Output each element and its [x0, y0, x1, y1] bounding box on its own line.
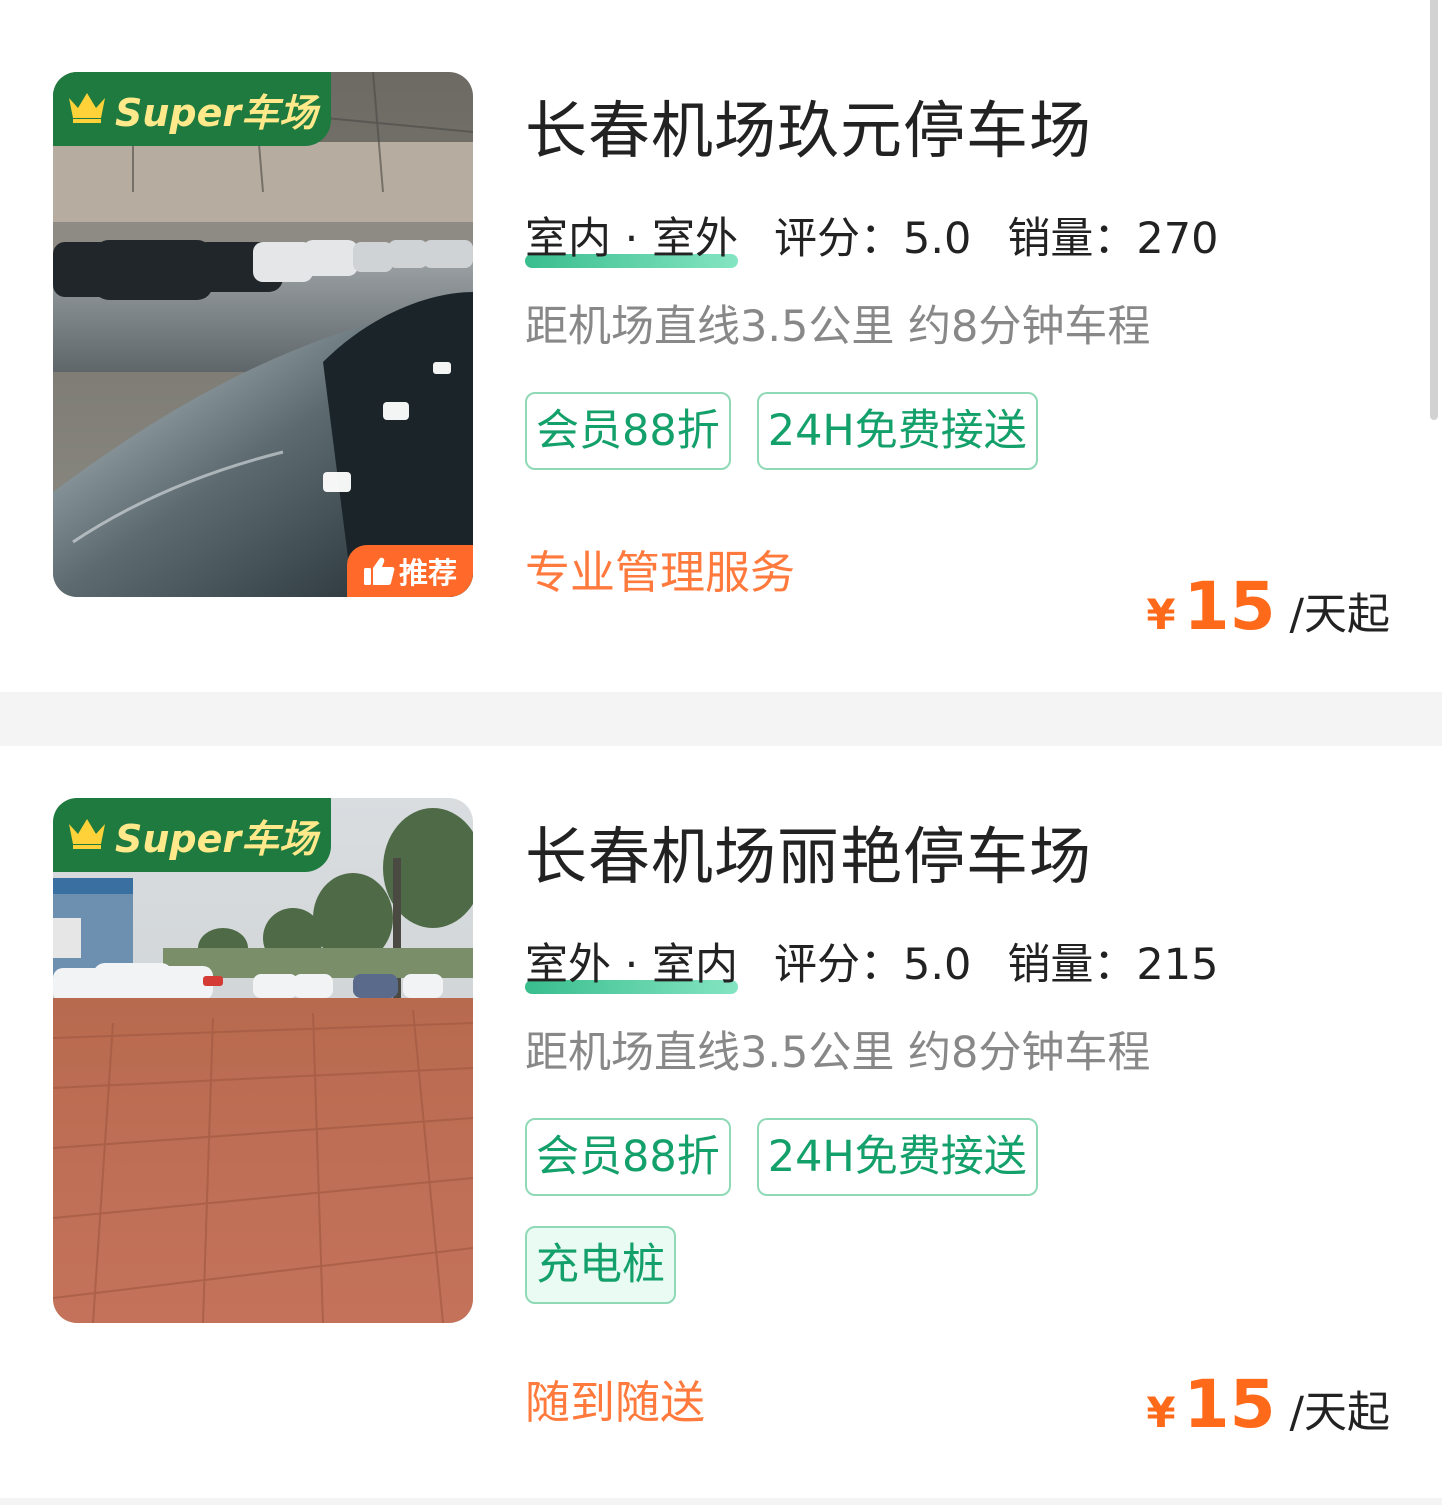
parking-info: 长春机场玖元停车场 室内 · 室外 评分：5.0 销量：270 距机场直线3.5… [525, 0, 1402, 692]
badge-label: Super车场 [115, 816, 318, 861]
rating-label: 评分： [774, 214, 904, 264]
sales-label: 销量： [1007, 940, 1137, 990]
tag-member-discount: 会员88折 [525, 392, 731, 470]
parking-list-page: Super车场 推荐 长春机场玖元停车场 室内 · 室外 评分：5.0 销量：2… [0, 0, 1442, 1505]
types-text: 室外 · 室内 [525, 940, 739, 990]
parking-card[interactable]: Super车场 长春机场丽艳停车场 室外 · 室内 评分：5.0 销量：215 … [0, 746, 1442, 1498]
parking-photo[interactable]: Super车场 推荐 [53, 72, 473, 597]
parking-card[interactable]: Super车场 推荐 长春机场玖元停车场 室内 · 室外 评分：5.0 销量：2… [0, 0, 1442, 692]
parking-info: 长春机场丽艳停车场 室外 · 室内 评分：5.0 销量：215 距机场直线3.5… [525, 746, 1402, 1498]
sales: 销量：215 [1007, 930, 1218, 992]
super-parking-badge: Super车场 [53, 798, 331, 872]
feature-tags: 会员88折 24H免费接送 充电桩 [525, 1118, 1125, 1334]
sales-value: 215 [1136, 940, 1219, 990]
parking-photo[interactable]: Super车场 [53, 798, 473, 1323]
parking-meta: 室外 · 室内 评分：5.0 销量：215 [525, 930, 1218, 994]
rating: 评分：5.0 [774, 204, 971, 266]
distance-text: 距机场直线3.5公里 约8分钟车程 [525, 1028, 1151, 1078]
rating-value: 5.0 [903, 214, 972, 264]
price: ¥ 15 /天起 [1146, 568, 1390, 645]
recommend-label: 推荐 [398, 556, 457, 590]
feature-tags: 会员88折 24H免费接送 [525, 392, 1125, 500]
sales-label: 销量： [1007, 214, 1137, 264]
crown-icon [67, 90, 107, 128]
parking-name[interactable]: 长春机场玖元停车场 [525, 80, 1092, 170]
tag-charging-station: 充电桩 [525, 1226, 676, 1304]
types-text: 室内 · 室外 [525, 214, 739, 264]
distance-text: 距机场直线3.5公里 约8分钟车程 [525, 302, 1151, 352]
rating: 评分：5.0 [774, 930, 971, 992]
super-parking-badge: Super车场 [53, 72, 331, 146]
price-amount: 15 [1183, 568, 1276, 645]
crown-icon [67, 816, 107, 854]
price-unit: /天起 [1289, 590, 1391, 640]
indoor-garage-photo [53, 72, 473, 597]
thumbs-up-icon [363, 556, 395, 586]
service-highlight: 专业管理服务 [525, 546, 796, 599]
outdoor-lot-photo [53, 798, 473, 1323]
sales-value: 270 [1136, 214, 1219, 264]
parking-name[interactable]: 长春机场丽艳停车场 [525, 806, 1092, 896]
badge-label: Super车场 [115, 90, 318, 135]
price-symbol: ¥ [1146, 590, 1176, 639]
parking-types: 室内 · 室外 [525, 204, 739, 268]
card-separator [0, 692, 1442, 746]
price-amount: 15 [1183, 1366, 1276, 1443]
rating-label: 评分： [774, 940, 904, 990]
parking-meta: 室内 · 室外 评分：5.0 销量：270 [525, 204, 1218, 268]
card-separator [0, 1498, 1442, 1505]
tag-free-shuttle: 24H免费接送 [756, 1118, 1038, 1196]
price-unit: /天起 [1289, 1388, 1391, 1438]
recommend-badge: 推荐 [347, 545, 473, 597]
sales: 销量：270 [1007, 204, 1218, 266]
parking-types: 室外 · 室内 [525, 930, 739, 994]
rating-value: 5.0 [903, 940, 972, 990]
price-symbol: ¥ [1146, 1388, 1176, 1437]
scrollbar-thumb[interactable] [1430, 0, 1438, 420]
tag-member-discount: 会员88折 [525, 1118, 731, 1196]
service-highlight: 随到随送 [525, 1376, 706, 1429]
tag-free-shuttle: 24H免费接送 [756, 392, 1038, 470]
price: ¥ 15 /天起 [1146, 1366, 1390, 1443]
